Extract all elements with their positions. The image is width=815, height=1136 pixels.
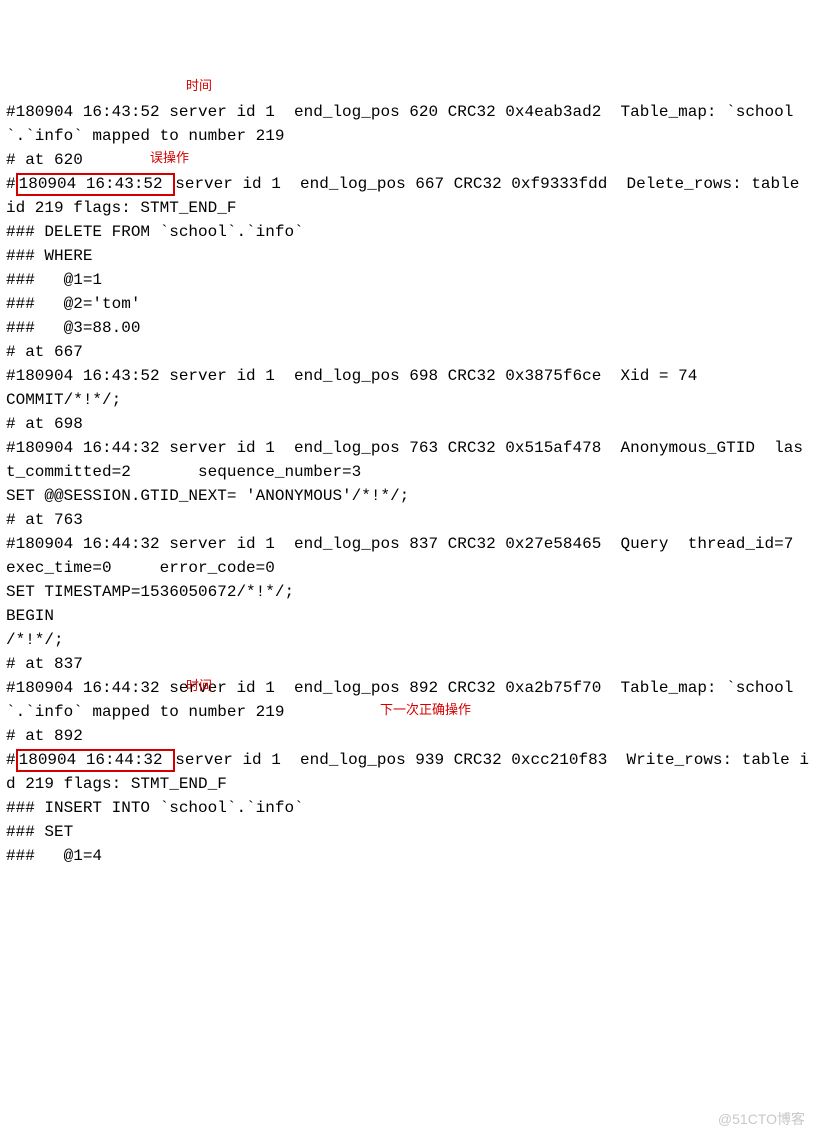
- binlog-line: SET TIMESTAMP=1536050672/*!*/;: [6, 583, 294, 601]
- binlog-line: # at 892: [6, 727, 83, 745]
- binlog-line: ### @2='tom': [6, 295, 140, 313]
- log-prefix: #: [6, 175, 16, 193]
- binlog-line: # at 667: [6, 343, 83, 361]
- binlog-line: #180904 16:44:32 server id 1 end_log_pos…: [6, 439, 803, 481]
- annotation-time-1: 时间: [186, 76, 212, 96]
- watermark-text: @51CTO博客: [718, 1109, 805, 1130]
- binlog-line: #180904 16:44:32 server id 1 end_log_pos…: [6, 535, 815, 577]
- binlog-line: # at 763: [6, 511, 83, 529]
- binlog-line: ### @1=4: [6, 847, 102, 865]
- binlog-line: #180904 16:44:32 server id 1 end_log_pos…: [6, 679, 793, 721]
- binlog-line: ### DELETE FROM `school`.`info`: [6, 223, 304, 241]
- binlog-line: # at 837: [6, 655, 83, 673]
- binlog-line: ### WHERE: [6, 247, 92, 265]
- binlog-line: #180904 16:43:52 server id 1 end_log_pos…: [6, 175, 809, 217]
- binlog-line: ### SET: [6, 823, 73, 841]
- binlog-line: # at 698: [6, 415, 83, 433]
- binlog-line: ### INSERT INTO `school`.`info`: [6, 799, 304, 817]
- binlog-line: ### @3=88.00: [6, 319, 140, 337]
- binlog-line: ### @1=1: [6, 271, 102, 289]
- binlog-line: #180904 16:43:52 server id 1 end_log_pos…: [6, 367, 697, 385]
- binlog-line: /*!*/;: [6, 631, 64, 649]
- binlog-line: # at 620: [6, 151, 83, 169]
- binlog-line: COMMIT/*!*/;: [6, 391, 121, 409]
- annotation-misoperation: 误操作: [150, 148, 189, 168]
- binlog-line: BEGIN: [6, 607, 54, 625]
- highlight-timestamp-1: 180904 16:43:52: [16, 173, 176, 196]
- binlog-line: #180904 16:44:32 server id 1 end_log_pos…: [6, 751, 809, 793]
- highlight-timestamp-2: 180904 16:44:32: [16, 749, 176, 772]
- binlog-line: SET @@SESSION.GTID_NEXT= 'ANONYMOUS'/*!*…: [6, 487, 409, 505]
- log-prefix: #: [6, 751, 16, 769]
- binlog-line: #180904 16:43:52 server id 1 end_log_pos…: [6, 103, 793, 145]
- annotation-next-correct-op: 下一次正确操作: [380, 700, 471, 720]
